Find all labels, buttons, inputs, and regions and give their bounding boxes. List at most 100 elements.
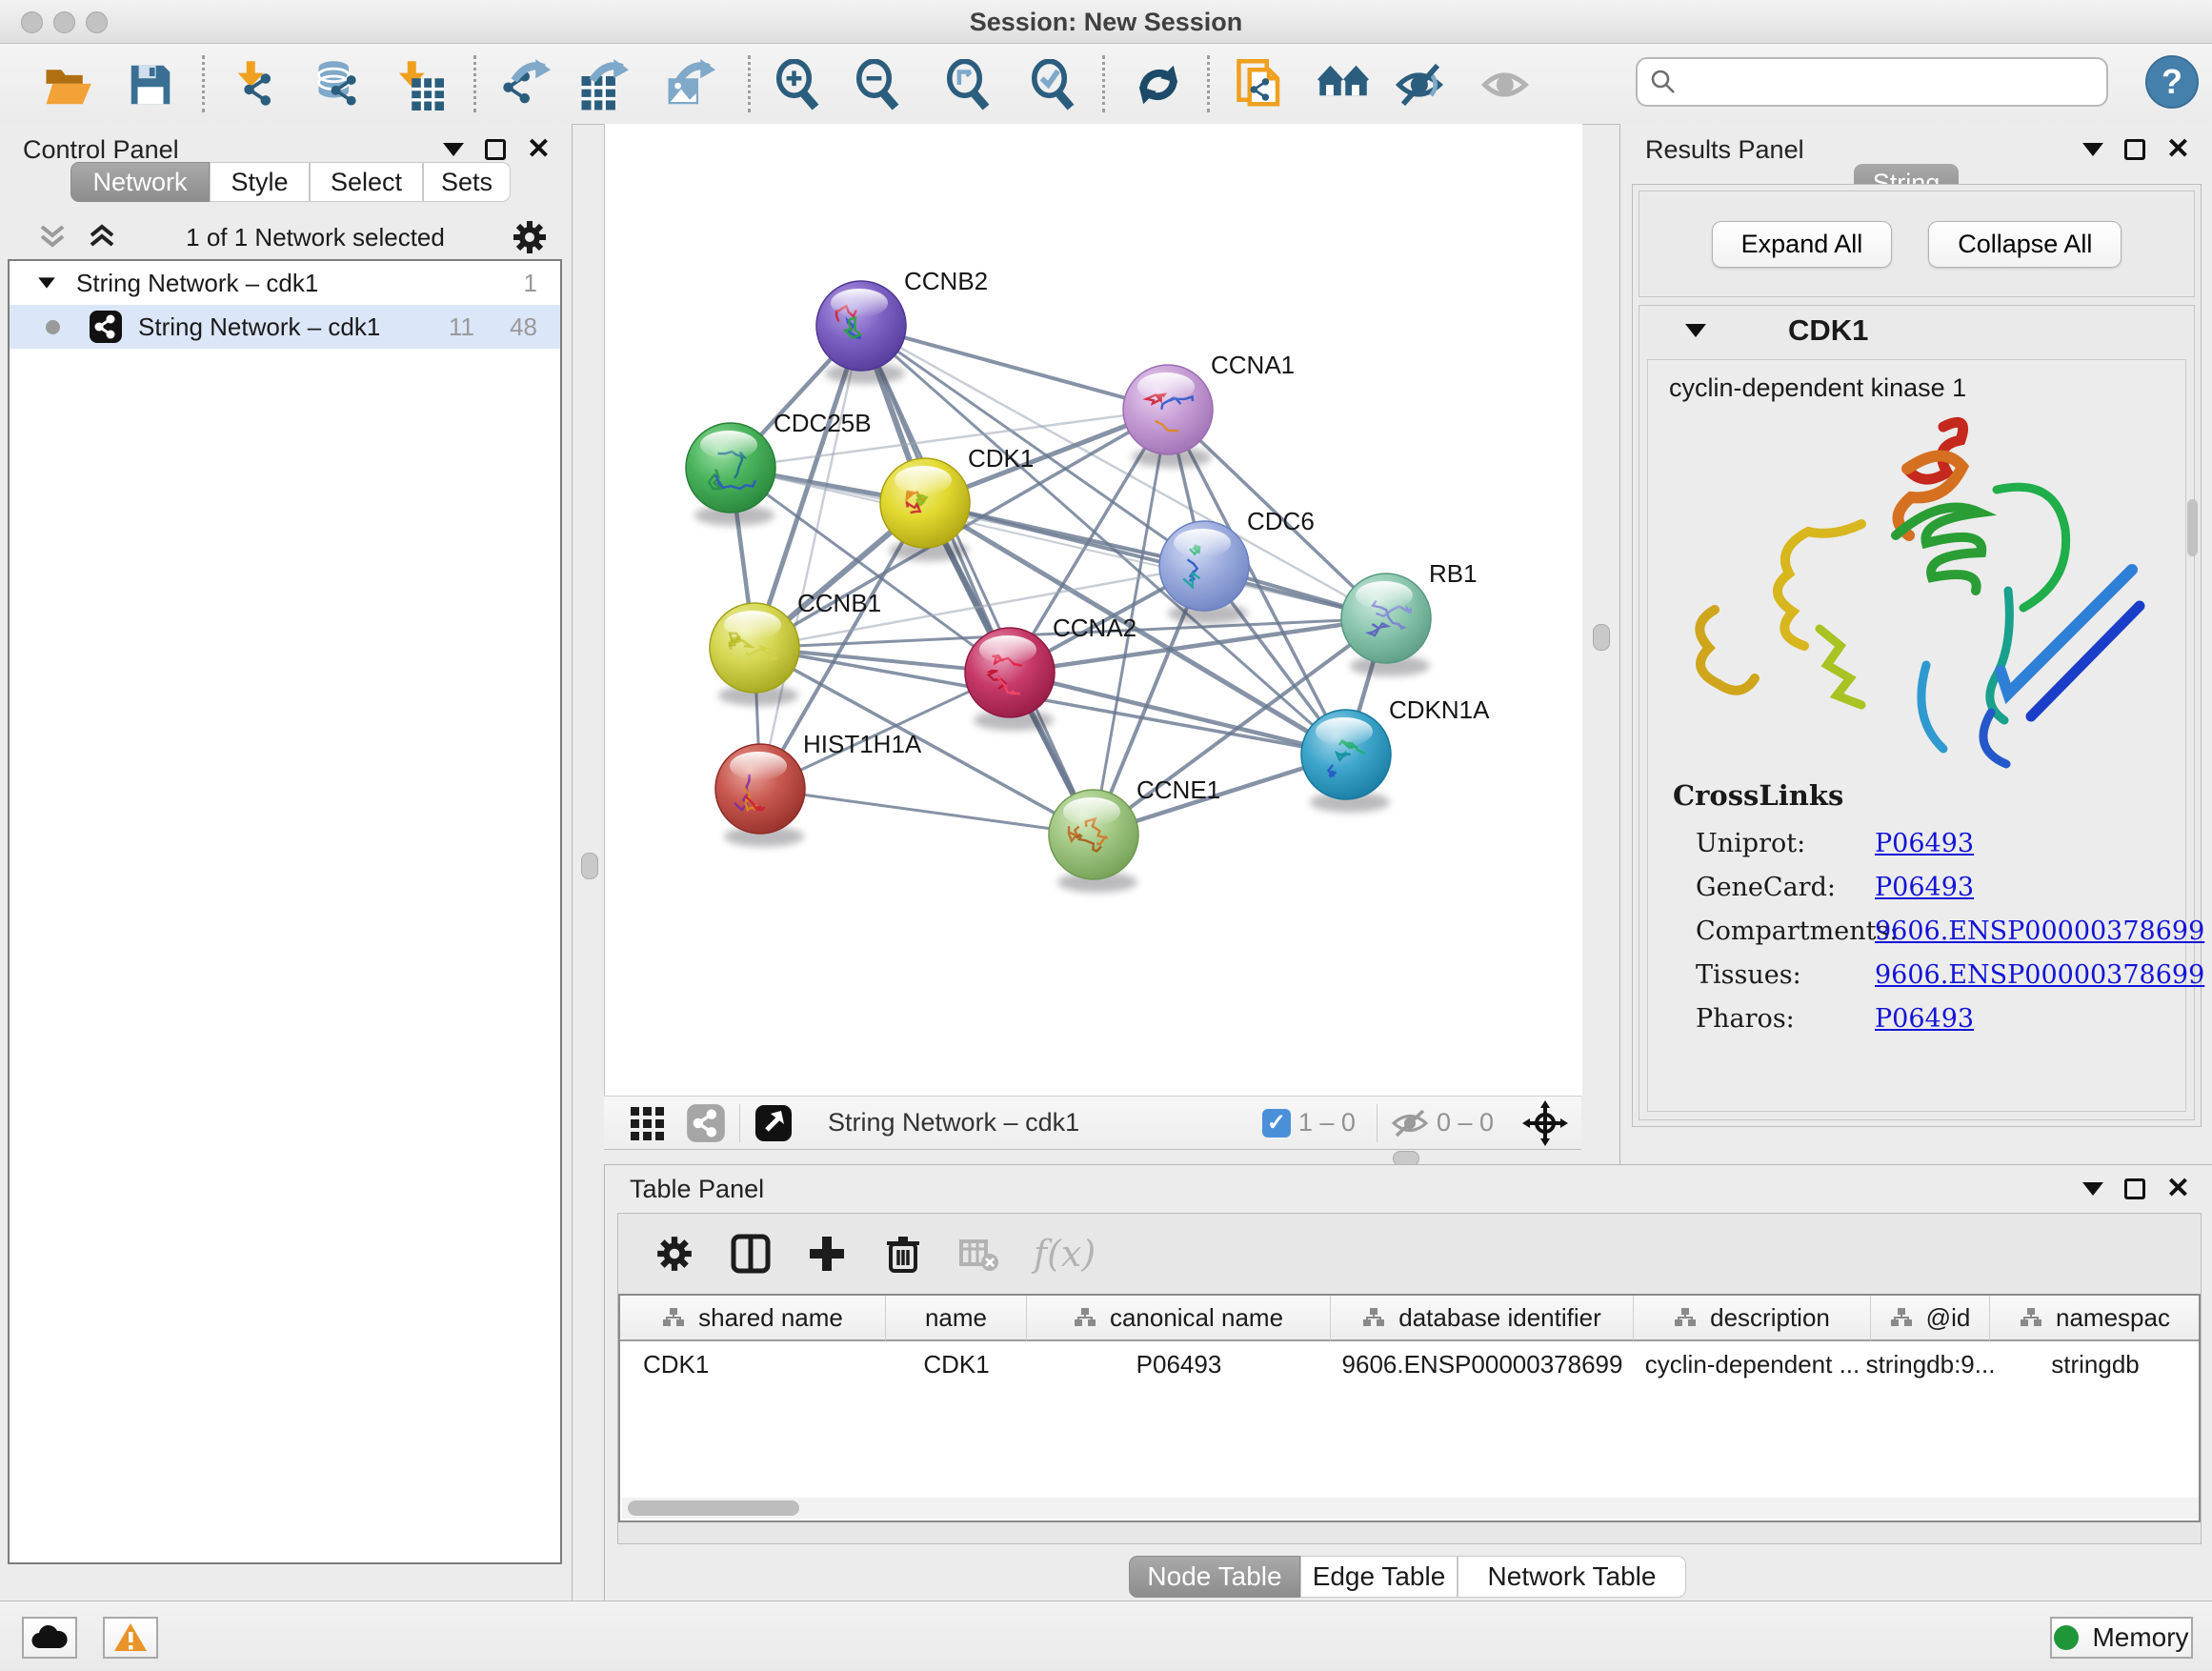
add-column-icon[interactable]: [805, 1232, 849, 1276]
warnings-button[interactable]: [103, 1617, 158, 1659]
export-image-icon[interactable]: [662, 57, 717, 112]
column-header-description[interactable]: description: [1634, 1296, 1871, 1341]
zoom-selected-icon[interactable]: [1026, 57, 1081, 112]
collapse-all-button[interactable]: Collapse All: [1928, 221, 2122, 268]
network-row[interactable]: String Network – cdk1 11 48: [10, 305, 560, 349]
help-button[interactable]: ?: [2145, 55, 2199, 109]
gear-icon[interactable]: [511, 218, 549, 256]
column-header-canonical-name[interactable]: canonical name: [1027, 1296, 1331, 1341]
search-input[interactable]: [1678, 67, 2095, 98]
tab-style[interactable]: Style: [210, 162, 310, 202]
expand-all-button[interactable]: Expand All: [1712, 221, 1893, 268]
table-cell[interactable]: 9606.ENSP00000378699: [1331, 1343, 1634, 1385]
collapse-all-icon[interactable]: [34, 221, 70, 253]
export-network-icon[interactable]: [497, 57, 553, 112]
import-network-icon[interactable]: [230, 57, 285, 112]
grid-view-icon[interactable]: [629, 1103, 669, 1143]
column-header--id[interactable]: @id: [1871, 1296, 1990, 1341]
import-database-icon[interactable]: [312, 57, 368, 112]
memory-button[interactable]: Memory: [2050, 1617, 2193, 1659]
search-box[interactable]: [1636, 57, 2108, 107]
refresh-layout-icon[interactable]: [1131, 57, 1186, 112]
hide-selected-icon[interactable]: [1393, 57, 1448, 112]
cloud-status-button[interactable]: [22, 1617, 77, 1659]
save-session-icon[interactable]: [123, 57, 178, 112]
table-panel-collapse-icon[interactable]: [2082, 1182, 2103, 1196]
tab-node-table[interactable]: Node Table: [1129, 1556, 1300, 1598]
open-file-icon[interactable]: [40, 57, 95, 112]
column-header-name[interactable]: name: [886, 1296, 1027, 1341]
table-cell[interactable]: cyclin-dependent ...: [1634, 1343, 1871, 1385]
table-settings-gear-icon[interactable]: [653, 1232, 696, 1276]
control-panel-collapse-icon[interactable]: [443, 143, 464, 156]
delete-column-trash-icon[interactable]: [881, 1232, 925, 1276]
network-node-cdk1[interactable]: [880, 458, 970, 561]
right-splitter-handle[interactable]: [1593, 624, 1610, 651]
crosslink-link[interactable]: 9606.ENSP00000378699: [1875, 916, 2204, 946]
tab-network-table[interactable]: Network Table: [1458, 1556, 1686, 1598]
table-panel-float-icon[interactable]: [2124, 1178, 2145, 1199]
control-panel-float-icon[interactable]: [485, 139, 506, 160]
table-cell[interactable]: stringdb:9...: [1871, 1343, 1990, 1385]
network-collection-row[interactable]: String Network – cdk1 1: [10, 261, 560, 305]
copy-network-icon[interactable]: [1233, 57, 1288, 112]
table-cell[interactable]: CDK1: [620, 1343, 886, 1385]
network-node-ccnb1[interactable]: [710, 603, 799, 706]
collection-count: 1: [524, 269, 537, 298]
birds-eye-view-icon[interactable]: [754, 1103, 794, 1143]
first-neighbors-icon[interactable]: [1316, 57, 1371, 112]
results-panel-collapse-icon[interactable]: [2082, 143, 2103, 156]
network-node-hist1h1a[interactable]: [715, 744, 805, 847]
table-hscrollbar[interactable]: [622, 1498, 2199, 1519]
tab-select[interactable]: Select: [310, 162, 423, 202]
network-node-ccna1[interactable]: [1123, 365, 1213, 468]
tab-edge-table[interactable]: Edge Table: [1300, 1556, 1458, 1598]
zoom-fit-icon[interactable]: [941, 57, 996, 112]
gene-section-header[interactable]: CDK1: [1639, 306, 2194, 355]
network-view-canvas[interactable]: CCNB2 CCNA1 CDC25B CDK1 CDC6 RB1 CCNB1: [604, 124, 1582, 1096]
control-panel-close-icon[interactable]: ✕: [527, 139, 551, 160]
network-list-icon[interactable]: [686, 1103, 726, 1143]
results-panel-float-icon[interactable]: [2124, 139, 2145, 160]
results-panel-close-icon[interactable]: ✕: [2166, 139, 2190, 160]
network-node-cdc25b[interactable]: [686, 423, 775, 526]
network-edge[interactable]: [760, 326, 861, 789]
show-all-icon[interactable]: [1478, 57, 1534, 112]
network-node-rb1[interactable]: [1341, 574, 1431, 676]
network-node-ccnb2[interactable]: [816, 281, 906, 384]
column-header-shared-name[interactable]: shared name: [620, 1296, 886, 1341]
table-cell[interactable]: CDK1: [886, 1343, 1027, 1385]
table-cell[interactable]: P06493: [1027, 1343, 1331, 1385]
zoom-in-icon[interactable]: [771, 57, 826, 112]
crosslink-link[interactable]: P06493: [1875, 1004, 1974, 1034]
zoom-out-icon[interactable]: [851, 57, 906, 112]
selected-nodes-checkbox[interactable]: ✓: [1262, 1109, 1291, 1137]
left-splitter-handle[interactable]: [581, 853, 598, 879]
crosslink-link[interactable]: P06493: [1875, 829, 1974, 858]
results-scrollbar-thumb[interactable]: [2187, 499, 2198, 556]
network-edge[interactable]: [925, 503, 1386, 618]
import-table-icon[interactable]: [391, 57, 446, 112]
column-header-namespac[interactable]: namespac: [1990, 1296, 2201, 1341]
pan-crosshair-icon[interactable]: [1522, 1100, 1568, 1146]
export-table-icon[interactable]: [575, 57, 631, 112]
network-edge[interactable]: [760, 789, 1094, 835]
collection-expand-icon[interactable]: [38, 277, 55, 288]
network-node-cdc6[interactable]: [1159, 521, 1249, 624]
network-node-cdkn1a[interactable]: [1301, 710, 1391, 813]
table-panel-close-icon[interactable]: ✕: [2166, 1178, 2190, 1199]
show-columns-icon[interactable]: [729, 1232, 773, 1276]
gene-collapse-icon[interactable]: [1685, 324, 1706, 337]
column-header-database-identifier[interactable]: database identifier: [1331, 1296, 1634, 1341]
results-panel: Results Panel ✕ String Expand All Collap…: [1619, 124, 2212, 1164]
tab-sets[interactable]: Sets: [423, 162, 511, 202]
expand-all-icon[interactable]: [84, 221, 120, 253]
network-node-ccne1[interactable]: [1049, 790, 1138, 893]
table-cell[interactable]: stringdb: [1990, 1343, 2201, 1385]
table-hscrollbar-thumb[interactable]: [628, 1500, 799, 1516]
crosslink-link[interactable]: 9606.ENSP00000378699: [1875, 960, 2204, 990]
network-node-ccna2[interactable]: [965, 628, 1055, 731]
control-panel-title: Control Panel: [23, 135, 179, 165]
tab-network[interactable]: Network: [70, 162, 210, 202]
crosslink-link[interactable]: P06493: [1875, 873, 1974, 902]
